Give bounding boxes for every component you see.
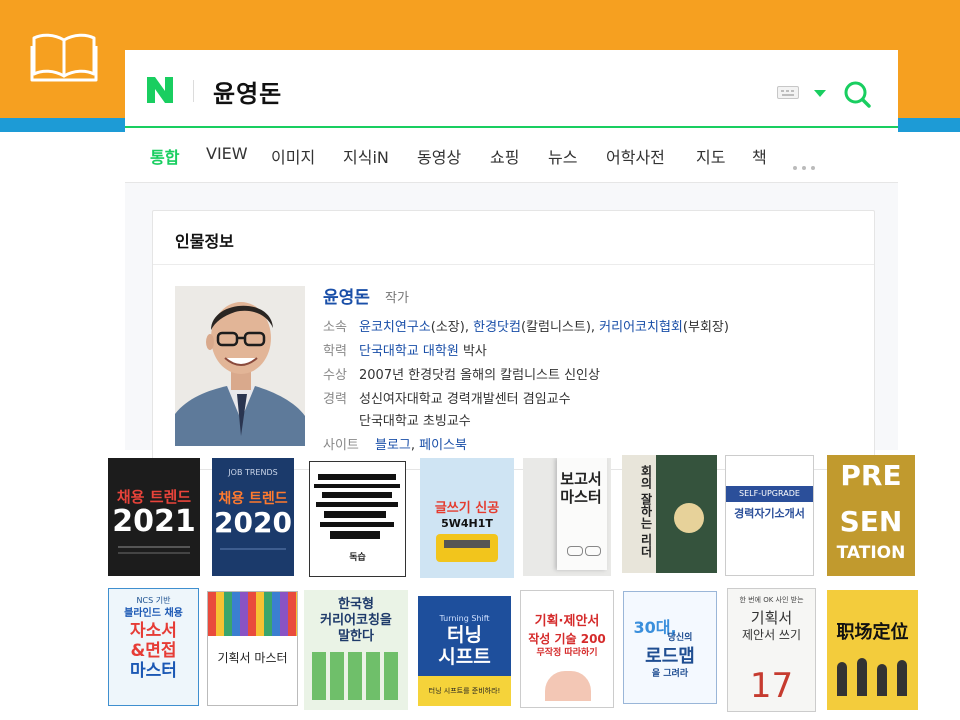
person-job: 작가 bbox=[385, 291, 409, 306]
org-link-1[interactable]: 윤코치연구소 bbox=[359, 320, 431, 335]
org-link-3[interactable]: 커리어코치협회 bbox=[599, 320, 683, 335]
site-separator: , bbox=[410, 438, 420, 453]
career-label: 경력 bbox=[323, 392, 347, 407]
award-row: 수상 2007년 한경닷컴 올해의 칼럼니스트 신인상 bbox=[323, 364, 600, 383]
more-icon[interactable] bbox=[793, 155, 820, 174]
site-row: 사이트 블로그, 페이스북 bbox=[323, 434, 467, 453]
book-cover-zhichang[interactable]: 职场定位 bbox=[827, 590, 918, 710]
book-gallery: 채용 트렌드 2021 JOB TRENDS 채용 트렌드 2020 독습 글쓰… bbox=[0, 452, 960, 720]
search-divider bbox=[193, 80, 194, 102]
org-link-2[interactable]: 한경닷컴 bbox=[473, 320, 521, 335]
career-item: 성신여자대학교 경력개발센터 겸임교수 bbox=[359, 392, 571, 407]
book-cover-presentation[interactable]: PRE SEN TATION bbox=[827, 455, 915, 576]
card-divider bbox=[153, 264, 874, 265]
book-cover-career-coaching[interactable]: 한국형 커리어코칭을 말한다 bbox=[304, 590, 408, 710]
open-book-icon bbox=[30, 33, 98, 82]
career-row: 경력 성신여자대학교 경력개발센터 겸임교수 bbox=[323, 388, 571, 407]
book-cover-turning-shift[interactable]: Turning Shift 터닝 시프트 터닝 시프트를 준비하라! bbox=[418, 596, 511, 706]
naver-logo-icon[interactable] bbox=[147, 77, 173, 103]
search-input[interactable]: 윤영돈 bbox=[213, 74, 282, 109]
facebook-link[interactable]: 페이스북 bbox=[419, 438, 467, 453]
book-cover-report-master[interactable]: 보고서 마스터 bbox=[523, 458, 611, 576]
tab-video[interactable]: 동영상 bbox=[417, 144, 461, 168]
education-label: 학력 bbox=[323, 344, 347, 359]
tab-books[interactable]: 책 bbox=[752, 144, 767, 168]
career-item: 단국대학교 초빙교수 bbox=[359, 414, 471, 429]
tab-map[interactable]: 지도 bbox=[696, 144, 725, 168]
org-role-1: (소장), bbox=[430, 320, 474, 335]
caret-down-icon[interactable] bbox=[814, 90, 826, 97]
tab-images[interactable]: 이미지 bbox=[271, 144, 315, 168]
card-title: 인물정보 bbox=[175, 232, 234, 251]
award-text: 2007년 한경닷컴 올해의 칼럼니스트 신인상 bbox=[359, 368, 600, 383]
career-row-2: 단국대학교 초빙교수 bbox=[323, 410, 471, 429]
blog-link[interactable]: 블로그 bbox=[375, 438, 411, 453]
book-cover-chaeyong-2021[interactable]: 채용 트렌드 2021 bbox=[108, 458, 200, 576]
search-icon[interactable] bbox=[843, 80, 871, 108]
book-cover-chaeyong-2020[interactable]: JOB TRENDS 채용 트렌드 2020 bbox=[212, 458, 294, 576]
tab-view[interactable]: VIEW bbox=[206, 144, 248, 163]
book-cover-proposal-master[interactable]: 기획서 마스터 bbox=[207, 591, 298, 706]
book-cover-writing[interactable]: 글쓰기 신공 5W4H1T bbox=[420, 458, 514, 578]
affiliation-row: 소속 윤코치연구소(소장), 한경닷컴(칼럼니스트), 커리어코치협회(부회장) bbox=[323, 316, 729, 335]
book-cover-30s-roadmap[interactable]: 30대, 당신의 로드맵 을 그려라 bbox=[623, 591, 717, 704]
degree-text: 박사 bbox=[458, 344, 487, 359]
book-cover-meeting[interactable]: 회의 잘하는 리더 bbox=[622, 455, 717, 573]
person-name[interactable]: 윤영돈 bbox=[323, 283, 370, 308]
org-role-2: (칼럼니스트), bbox=[520, 320, 600, 335]
book-cover-proposal-200[interactable]: 기획·제안서 작성 기술 200 무작정 따라하기 bbox=[520, 590, 614, 708]
tab-shopping[interactable]: 쇼핑 bbox=[490, 144, 519, 168]
book-cover-jasoseo[interactable]: NCS 기반 블라인드 채용 자소서 &면접 마스터 bbox=[108, 588, 199, 706]
tab-kin[interactable]: 지식iN bbox=[343, 144, 389, 168]
keyboard-icon[interactable] bbox=[777, 86, 799, 99]
org-role-3: (부회장) bbox=[682, 320, 729, 335]
search-tabs: 통합 VIEW 이미지 지식iN 동영상 쇼핑 뉴스 어학사전 지도 책 bbox=[125, 128, 898, 183]
site-label: 사이트 bbox=[323, 438, 359, 453]
book-cover-career-resume[interactable]: SELF-UPGRADE 경력자기소개서 bbox=[725, 455, 814, 576]
award-label: 수상 bbox=[323, 368, 347, 383]
person-info-card: 인물정보 윤영돈 작가 소속 윤코치연구소(소장), 한경닷컴(칼럼니스트), 커… bbox=[152, 210, 875, 470]
affiliation-label: 소속 bbox=[323, 320, 347, 335]
tab-news[interactable]: 뉴스 bbox=[548, 144, 577, 168]
book-cover-proposal-writing[interactable]: 한 번에 OK 사인 받는 기획서 제안서 쓰기 17 bbox=[727, 588, 816, 712]
school-link[interactable]: 단국대학교 대학원 bbox=[359, 344, 459, 359]
search-bar: 윤영돈 bbox=[125, 50, 898, 128]
book-cover-doksup[interactable]: 독습 bbox=[309, 461, 406, 577]
search-panel: 윤영돈 통합 VIEW 이미지 지식iN 동영상 쇼핑 뉴스 어학사전 지도 책… bbox=[125, 50, 898, 470]
tab-dictionary[interactable]: 어학사전 bbox=[606, 144, 665, 168]
profile-photo[interactable] bbox=[175, 286, 305, 446]
tab-all[interactable]: 통합 bbox=[150, 144, 179, 168]
education-row: 학력 단국대학교 대학원 박사 bbox=[323, 340, 487, 359]
